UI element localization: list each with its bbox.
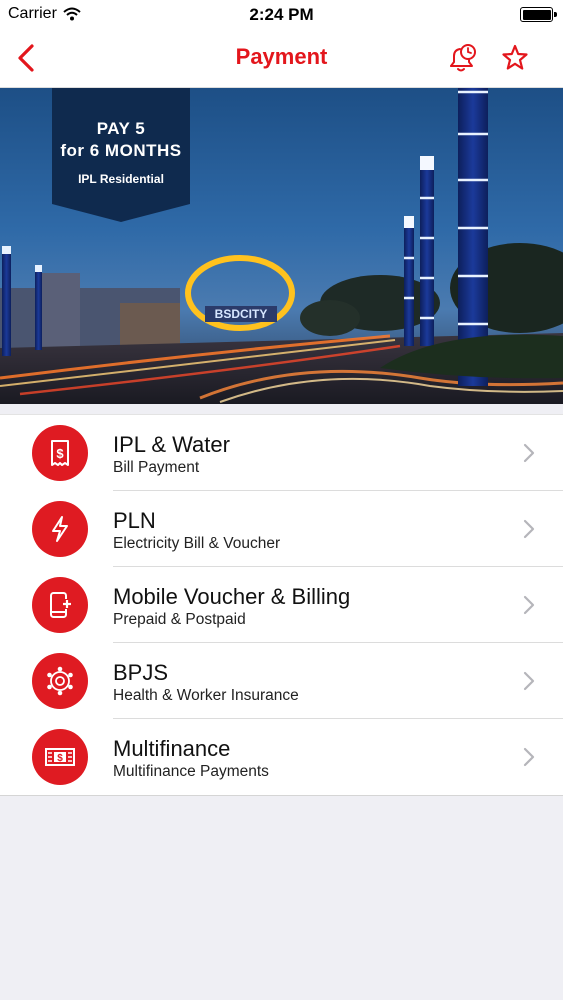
status-bar: Carrier 2:24 PM <box>0 0 563 30</box>
page-title: Payment <box>235 44 328 69</box>
menu-item-pln[interactable]: PLN Electricity Bill & Voucher <box>0 491 563 567</box>
menu-item-subtitle: Electricity Bill & Voucher <box>113 535 281 552</box>
promo-subtitle: IPL Residential <box>78 172 164 186</box>
menu-item-title: IPL & Water <box>113 432 230 457</box>
bell-clock-icon[interactable] <box>447 42 477 74</box>
menu-item-title: BPJS <box>113 660 169 685</box>
promo-headline-1: PAY 5 <box>96 119 146 138</box>
promo-banner[interactable]: BSDCITY PAY 5 for 6 MONTHS IPL Residenti… <box>0 88 563 404</box>
menu-item-bpjs[interactable]: BPJS Health & Worker Insurance <box>0 643 563 719</box>
chevron-right-icon <box>523 595 535 615</box>
menu-item-mobile-voucher[interactable]: Mobile Voucher & Billing Prepaid & Postp… <box>0 567 563 643</box>
promo-text: PAY 5 for 6 MONTHS IPL Residential <box>52 118 190 186</box>
svg-text:$: $ <box>56 446 64 461</box>
menu-item-subtitle: Multifinance Payments <box>113 763 269 780</box>
mobile-plus-icon <box>32 577 88 633</box>
menu-item-subtitle: Health & Worker Insurance <box>113 687 299 704</box>
menu-item-subtitle: Prepaid & Postpaid <box>113 611 246 628</box>
menu-item-title: Mobile Voucher & Billing <box>113 584 351 609</box>
chevron-left-icon[interactable] <box>12 42 42 74</box>
payment-menu-list: $ IPL & Water Bill Payment PLN Electrici… <box>0 414 563 796</box>
menu-item-ipl-water[interactable]: $ IPL & Water Bill Payment <box>0 415 563 491</box>
chevron-right-icon <box>523 747 535 767</box>
chevron-right-icon <box>523 519 535 539</box>
chevron-right-icon <box>523 671 535 691</box>
menu-item-title: PLN <box>113 508 156 533</box>
sign-text: BSDCITY <box>215 307 268 321</box>
star-outline-icon[interactable] <box>500 42 530 74</box>
menu-item-multifinance[interactable]: $ Multifinance Multifinance Payments <box>0 719 563 795</box>
battery-icon <box>520 7 557 22</box>
menu-item-title: Multifinance <box>113 736 231 761</box>
lightning-icon <box>32 501 88 557</box>
insurance-network-icon <box>32 653 88 709</box>
banknote-icon: $ <box>32 729 88 785</box>
svg-text:$: $ <box>57 753 63 764</box>
promo-headline-2: for 6 MONTHS <box>60 141 182 160</box>
receipt-dollar-icon: $ <box>32 425 88 481</box>
status-time: 2:24 PM <box>249 5 314 24</box>
chevron-right-icon <box>523 443 535 463</box>
navigation-bar: Payment <box>0 30 563 88</box>
menu-item-subtitle: Bill Payment <box>113 459 200 476</box>
